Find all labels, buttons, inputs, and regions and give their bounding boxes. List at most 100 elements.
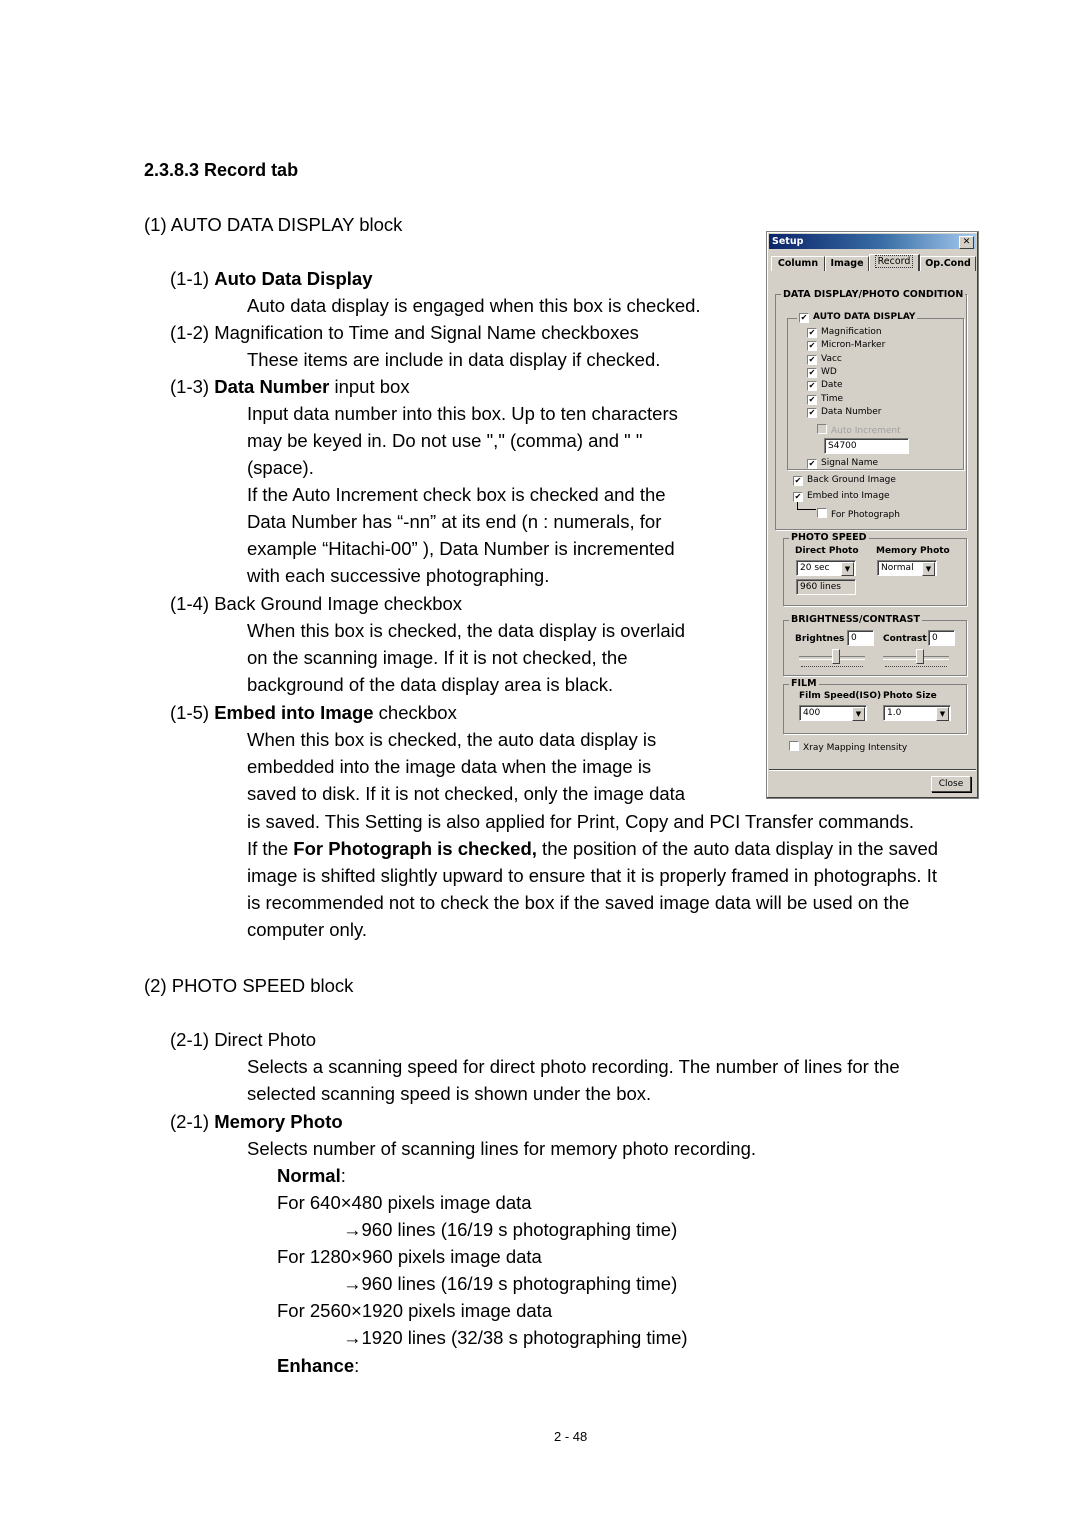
enhance-label: Enhance:	[277, 1352, 359, 1379]
item-2-1-memory-desc: Selects number of scanning lines for mem…	[247, 1138, 757, 1159]
data-display-group-label: DATA DISPLAY/PHOTO CONDITION	[781, 289, 966, 300]
item-2-1-direct-desc-line: Selects a scanning speed for direct phot…	[247, 1056, 900, 1077]
item-1-4-desc-line: on the scanning image. If it is not chec…	[247, 647, 628, 668]
photo-size-select[interactable]: 1.0 ▼	[883, 705, 951, 721]
chevron-down-icon: ▼	[841, 562, 854, 576]
item-1-3-heading: (1-3) Data Number input box	[170, 373, 410, 400]
date-checkbox[interactable]: ✔ Date	[807, 380, 843, 391]
checkbox-label: For Photograph	[831, 510, 900, 520]
data-number-input[interactable]: S4700	[824, 438, 909, 454]
checkbox-box: ✔	[807, 368, 817, 378]
item-1-5-desc-line: saved to disk. If it is not checked, onl…	[247, 783, 686, 804]
checkbox-box: ✔	[793, 492, 803, 502]
item-1-3-desc-line: If the Auto Increment check box is check…	[247, 484, 666, 505]
data-number-checkbox[interactable]: ✔ Data Number	[807, 407, 882, 418]
checkbox-label: Embed into Image	[807, 491, 890, 501]
tab-op-cond[interactable]: Op.Cond	[920, 256, 976, 271]
vacc-checkbox[interactable]: ✔ Vacc	[807, 354, 842, 365]
block2-title: (2) PHOTO SPEED block	[144, 975, 354, 996]
colon: :	[340, 1165, 346, 1186]
slider-ticks	[885, 666, 947, 667]
note-prefix: If the	[247, 838, 294, 859]
normal-label: Normal:	[277, 1162, 346, 1189]
film-speed-select[interactable]: 400 ▼	[799, 705, 867, 721]
direct-photo-select[interactable]: 20 sec ▼	[796, 560, 856, 576]
footer-divider	[769, 769, 976, 771]
dialog-titlebar: Setup ✕	[769, 234, 976, 249]
item-2-1-direct-heading: (2-1) Direct Photo	[170, 1029, 316, 1050]
brightness-contrast-group-label: BRIGHTNESS/CONTRAST	[789, 614, 922, 625]
chevron-down-icon: ▼	[936, 707, 949, 721]
colon: :	[354, 1355, 360, 1376]
item-1-5-desc-line: When this box is checked, the auto data …	[247, 729, 657, 750]
item-2-1-direct-desc-line: selected scanning speed is shown under t…	[247, 1083, 652, 1104]
signal-name-checkbox[interactable]: ✔ Signal Name	[807, 458, 878, 469]
slider-thumb[interactable]	[832, 649, 840, 664]
slider-ticks	[801, 666, 863, 667]
item-label: Memory Photo	[214, 1111, 343, 1132]
setup-dialog: Setup ✕ Column Image Record Op.Cond DATA…	[766, 231, 979, 799]
item-1-3-desc-line: Input data number into this box. Up to t…	[247, 403, 678, 424]
brightness-slider[interactable]	[799, 649, 865, 669]
photo-size-label: Photo Size	[883, 691, 937, 701]
micron-marker-checkbox[interactable]: ✔ Micron-Marker	[807, 340, 885, 351]
checkbox-box: ✔	[807, 328, 817, 338]
checkbox-box: ✔	[793, 476, 803, 486]
checkbox-box: ✔	[807, 341, 817, 351]
checkbox-box: ✔	[799, 313, 809, 323]
embed-into-image-checkbox[interactable]: ✔ Embed into Image	[793, 491, 890, 502]
film-group-label: FILM	[789, 678, 819, 689]
checkbox-label: Time	[821, 394, 844, 404]
tab-column[interactable]: Column	[771, 256, 825, 271]
normal-row-result: →1920 lines (32/38 s photographing time)	[343, 1327, 688, 1348]
select-value: 20 sec	[800, 563, 830, 573]
magnification-checkbox[interactable]: ✔ Magnification	[807, 327, 882, 338]
item-suffix: input box	[329, 376, 410, 397]
checkbox-box: ✔	[807, 408, 817, 418]
normal-row-result: →960 lines (16/19 s photographing time)	[343, 1219, 678, 1240]
contrast-input[interactable]: 0	[928, 630, 955, 646]
direct-photo-label: Direct Photo	[795, 546, 859, 556]
item-1-2-desc: These items are include in data display …	[247, 349, 661, 370]
item-1-5-note-line: image is shifted slightly upward to ensu…	[247, 865, 937, 886]
item-label: Auto Data Display	[214, 268, 373, 289]
item-1-3-desc-line: with each successive photographing.	[247, 565, 550, 586]
close-icon[interactable]: ✕	[959, 236, 974, 249]
close-button[interactable]: Close	[931, 776, 971, 792]
item-1-4-desc-line: background of the data display area is b…	[247, 674, 614, 695]
for-photograph-checkbox[interactable]: For Photograph	[817, 508, 900, 521]
memory-photo-select[interactable]: Normal ▼	[877, 560, 937, 576]
checkbox-label: WD	[821, 367, 837, 377]
block1-title: (1) AUTO DATA DISPLAY block	[144, 214, 403, 235]
lines-readout: 960 lines	[796, 579, 856, 595]
checkbox-label: Micron-Marker	[821, 340, 886, 350]
item-1-5-note-line: is recommended not to check the box if t…	[247, 892, 910, 913]
checkbox-box: ✔	[807, 395, 817, 405]
normal-row-res: For 640×480 pixels image data	[277, 1192, 532, 1213]
tab-record[interactable]: Record	[869, 254, 920, 271]
wd-checkbox[interactable]: ✔ WD	[807, 367, 837, 378]
xray-mapping-checkbox[interactable]: Xray Mapping Intensity	[789, 741, 907, 754]
contrast-slider[interactable]	[883, 649, 949, 669]
item-num: (1-5)	[170, 702, 215, 723]
memory-photo-label: Memory Photo	[876, 546, 950, 556]
normal-row-result: →960 lines (16/19 s photographing time)	[343, 1273, 678, 1294]
brightness-input[interactable]: 0	[847, 630, 874, 646]
auto-increment-checkbox[interactable]: Auto Increment	[817, 424, 901, 437]
time-checkbox[interactable]: ✔ Time	[807, 394, 843, 405]
item-suffix: checkbox	[373, 702, 457, 723]
tab-strip: Column Image Record Op.Cond	[771, 254, 976, 272]
tab-image[interactable]: Image	[825, 256, 869, 271]
auto-data-display-checkbox[interactable]: ✔ AUTO DATA DISPLAY	[797, 312, 918, 323]
select-value: 1.0	[887, 708, 902, 718]
back-ground-image-checkbox[interactable]: ✔ Back Ground Image	[793, 475, 896, 486]
checkbox-label: AUTO DATA DISPLAY	[813, 312, 916, 322]
normal-label-text: Normal	[277, 1165, 341, 1186]
item-1-5-desc-line: embedded into the image data when the im…	[247, 756, 652, 777]
dialog-title: Setup	[772, 236, 804, 247]
checkbox-box: ✔	[807, 459, 817, 469]
checkbox-label: Data Number	[821, 407, 882, 417]
item-label: Data Number	[214, 376, 330, 397]
slider-thumb[interactable]	[916, 649, 924, 664]
item-1-5-desc-line: is saved. This Setting is also applied f…	[247, 811, 914, 832]
